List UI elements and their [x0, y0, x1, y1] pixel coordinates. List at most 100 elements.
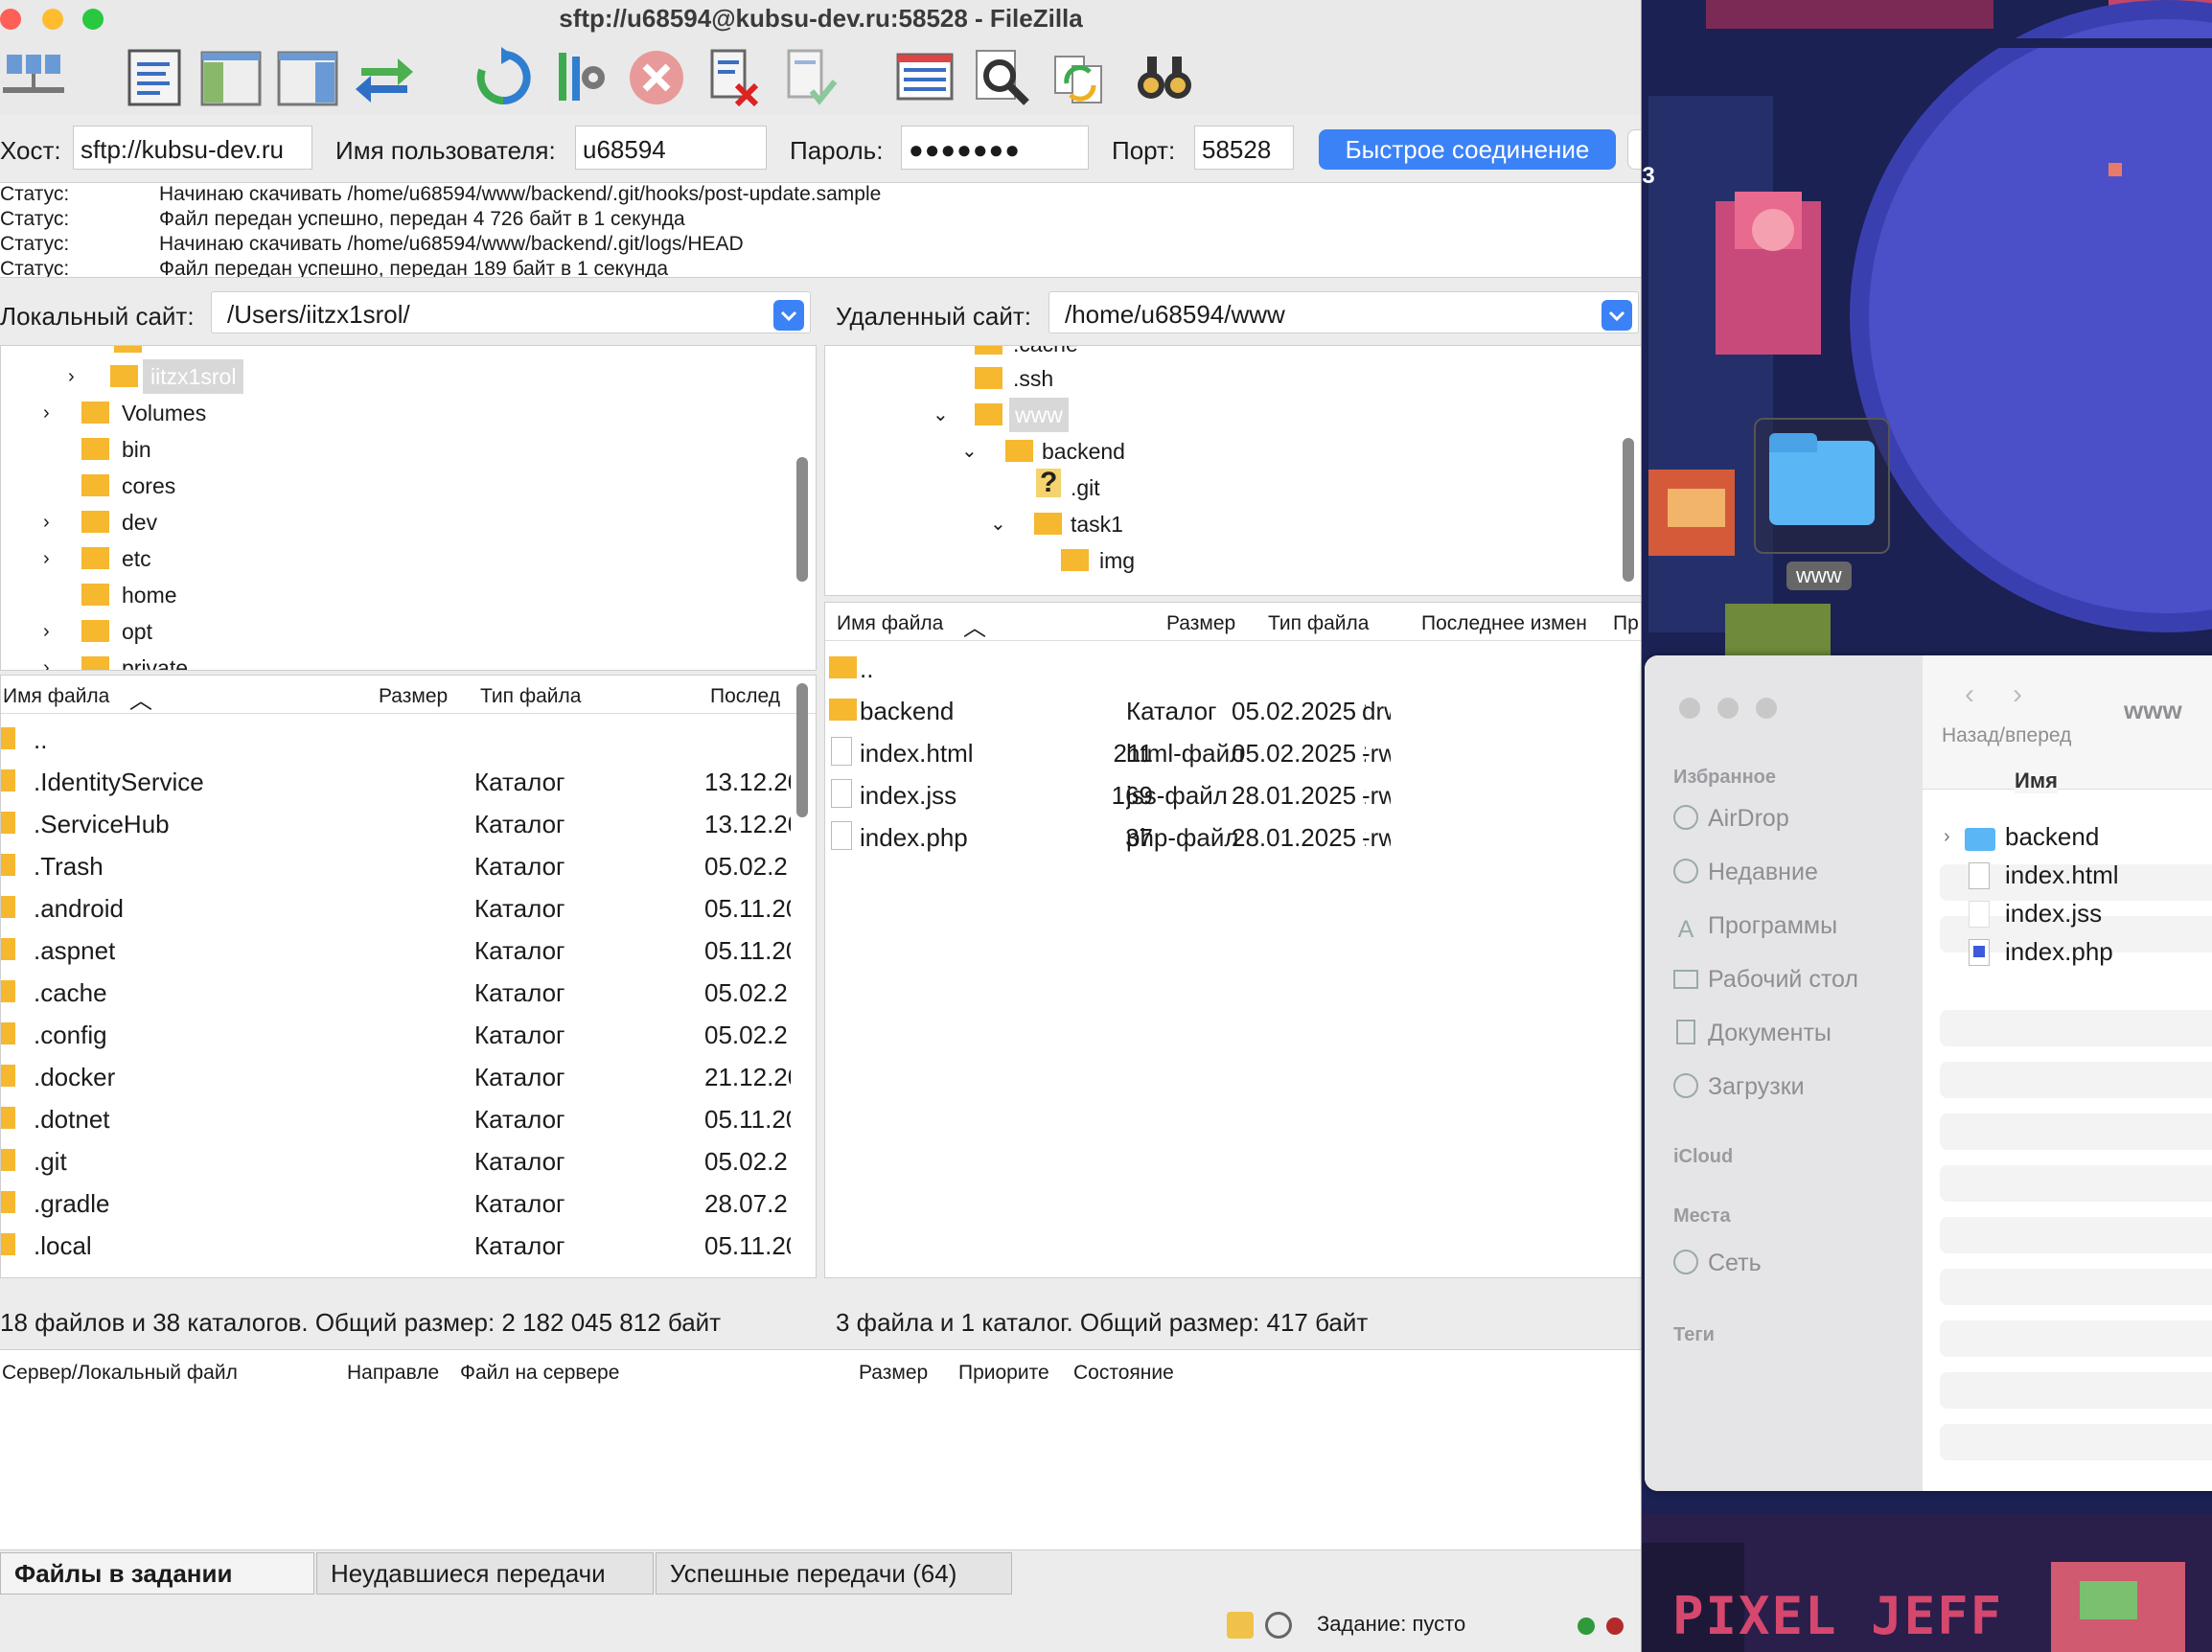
col-state[interactable]: Состояние: [1073, 1362, 1174, 1385]
zoom-window-button[interactable]: [1756, 698, 1777, 719]
col-type[interactable]: Тип файла: [480, 685, 581, 708]
tree-node[interactable]: › opt: [43, 614, 254, 649]
sidebar-item-airdrop[interactable]: AirDrop: [1673, 805, 1789, 833]
toggle-filename-filter-icon[interactable]: [968, 45, 1035, 110]
process-queue-icon[interactable]: [546, 45, 613, 110]
quickconnect-history-dropdown[interactable]: [1627, 129, 1641, 170]
sidebar-item-network[interactable]: Сеть: [1673, 1250, 1762, 1277]
tree-node[interactable]: › private: [43, 651, 254, 670]
tree-node[interactable]: › etc: [43, 541, 254, 576]
list-item[interactable]: index.html211html-файл05.02.2025 2...-rw: [825, 731, 1641, 773]
file-name: .docker: [34, 1063, 116, 1091]
col-priority[interactable]: Приорите: [958, 1362, 1049, 1385]
tree-node[interactable]: ⌄ backend: [961, 434, 1172, 469]
forward-icon[interactable]: ›: [2013, 678, 2022, 711]
col-name[interactable]: Имя: [2015, 769, 2058, 793]
tree-node[interactable]: img: [1061, 543, 1214, 578]
col-name[interactable]: Имя файла: [837, 612, 943, 635]
list-item[interactable]: .Trash Каталог 05.02.2: [1, 844, 816, 886]
search-remote-icon[interactable]: [1131, 45, 1198, 110]
col-size[interactable]: Размер: [859, 1362, 928, 1385]
sync-browsing-icon[interactable]: [1045, 45, 1112, 110]
chevron-down-icon[interactable]: [1601, 300, 1632, 331]
tree-node[interactable]: › Volumes: [43, 396, 254, 430]
site-manager-icon[interactable]: [0, 45, 67, 110]
sidebar-item-documents[interactable]: Документы: [1673, 1020, 1832, 1047]
tab-queued-files[interactable]: Файлы в задании: [0, 1552, 314, 1595]
quickconnect-button[interactable]: Быстрое соединение: [1319, 129, 1616, 170]
username-input[interactable]: u68594: [575, 126, 767, 170]
list-item[interactable]: index.jss169jss-файл28.01.2025 1...-rw: [825, 773, 1641, 815]
tree-node[interactable]: ⌄ www: [933, 398, 1124, 432]
tree-node[interactable]: ⌄ task1: [990, 507, 1182, 541]
directory-listing-filters-icon[interactable]: [891, 45, 958, 110]
list-item[interactable]: .android Каталог 05.11.20: [1, 886, 816, 929]
list-item[interactable]: index.php37php-файл28.01.2025 1...-rw: [825, 815, 1641, 858]
reconnect-icon[interactable]: [776, 45, 843, 110]
tab-failed-transfers[interactable]: Неудавшиеся передачи: [316, 1552, 654, 1595]
sidebar-item-desktop[interactable]: Рабочий стол: [1673, 966, 1858, 994]
list-item[interactable]: .config Каталог 05.02.2: [1, 1013, 816, 1055]
list-item[interactable]: .docker Каталог 21.12.20: [1, 1055, 816, 1097]
tree-node[interactable]: › dev: [43, 505, 254, 539]
col-local-file[interactable]: Сервер/Локальный файл: [2, 1362, 238, 1385]
finder-item-backend[interactable]: › backend: [1944, 820, 2212, 857]
col-name[interactable]: Имя файла: [3, 685, 109, 708]
local-tree-scrollbar[interactable]: [796, 457, 808, 582]
tree-node[interactable]: home: [43, 578, 254, 612]
col-direction[interactable]: Направле: [347, 1362, 439, 1385]
finder-item-index-html[interactable]: index.html: [1944, 859, 2212, 895]
toggle-queue-icon[interactable]: [351, 45, 418, 110]
minimize-window-button[interactable]: [1717, 698, 1739, 719]
col-type[interactable]: Тип файла: [1268, 612, 1369, 635]
finder-item-index-jss[interactable]: index.jss: [1944, 897, 2212, 933]
cancel-icon[interactable]: [623, 45, 690, 110]
remote-tree-scrollbar[interactable]: [1623, 438, 1634, 582]
close-window-button[interactable]: [1679, 698, 1700, 719]
finder-item-index-php[interactable]: index.php: [1944, 935, 2212, 972]
col-modified[interactable]: Послед: [710, 685, 780, 708]
host-input[interactable]: sftp://kubsu-dev.ru: [73, 126, 312, 170]
list-item[interactable]: .IdentityService Каталог 13.12.20: [1, 760, 816, 802]
port-input[interactable]: 58528: [1194, 126, 1294, 170]
toggle-remote-tree-icon[interactable]: [274, 45, 341, 110]
back-icon[interactable]: ‹: [1965, 678, 1974, 711]
chevron-down-icon[interactable]: [773, 300, 804, 331]
tree-node[interactable]: bin: [43, 432, 254, 467]
list-item[interactable]: .dotnet Каталог 05.11.20: [1, 1097, 816, 1139]
col-size[interactable]: Размер: [379, 685, 448, 708]
local-path-combobox[interactable]: /Users/iitzx1srol/: [211, 291, 811, 333]
list-item[interactable]: .gradle Каталог 28.07.2: [1, 1182, 816, 1224]
remote-path-combobox[interactable]: /home/u68594/www: [1048, 291, 1639, 333]
col-modified[interactable]: Последнее измен: [1421, 612, 1603, 635]
sidebar-item-applications[interactable]: A Программы: [1673, 912, 1837, 943]
toggle-log-icon[interactable]: [121, 45, 188, 110]
disconnect-icon[interactable]: [700, 45, 767, 110]
tree-node[interactable]: ? .git: [1032, 469, 1186, 505]
list-item[interactable]: .ServiceHub Каталог 13.12.20: [1, 802, 816, 844]
list-item[interactable]: backend Каталог 05.02.2025 2...drw: [825, 689, 1641, 731]
speed-limit-icon[interactable]: [1265, 1612, 1292, 1639]
tree-node[interactable]: .ssh: [975, 361, 1128, 396]
local-list-scrollbar[interactable]: [796, 683, 808, 817]
col-size[interactable]: Размер: [1166, 612, 1235, 635]
list-item[interactable]: ..: [1, 718, 816, 760]
folder-icon: [975, 346, 1002, 355]
password-input[interactable]: ●●●●●●●: [901, 126, 1089, 170]
tree-node[interactable]: .cache: [975, 346, 1128, 361]
tree-node[interactable]: › iitzx1srol: [68, 359, 250, 394]
toggle-local-tree-icon[interactable]: [197, 45, 265, 110]
col-remote-file[interactable]: Файл на сервере: [460, 1362, 619, 1385]
list-item[interactable]: ..: [825, 647, 1641, 689]
sidebar-item-recents[interactable]: Недавние: [1673, 859, 1818, 886]
tree-node[interactable]: cores: [43, 469, 254, 503]
col-permissions[interactable]: Пр: [1613, 612, 1639, 635]
list-item[interactable]: .cache Каталог 05.02.2: [1, 971, 816, 1013]
refresh-icon[interactable]: [470, 45, 537, 110]
list-item[interactable]: .git Каталог 05.02.2: [1, 1139, 816, 1182]
sidebar-item-downloads[interactable]: Загрузки: [1673, 1073, 1805, 1101]
list-item[interactable]: .aspnet Каталог 05.11.20: [1, 929, 816, 971]
list-item[interactable]: .local Каталог 05.11.20: [1, 1224, 816, 1266]
tab-successful-transfers[interactable]: Успешные передачи (64): [656, 1552, 1012, 1595]
desktop-folder-www[interactable]: [1754, 418, 1890, 554]
